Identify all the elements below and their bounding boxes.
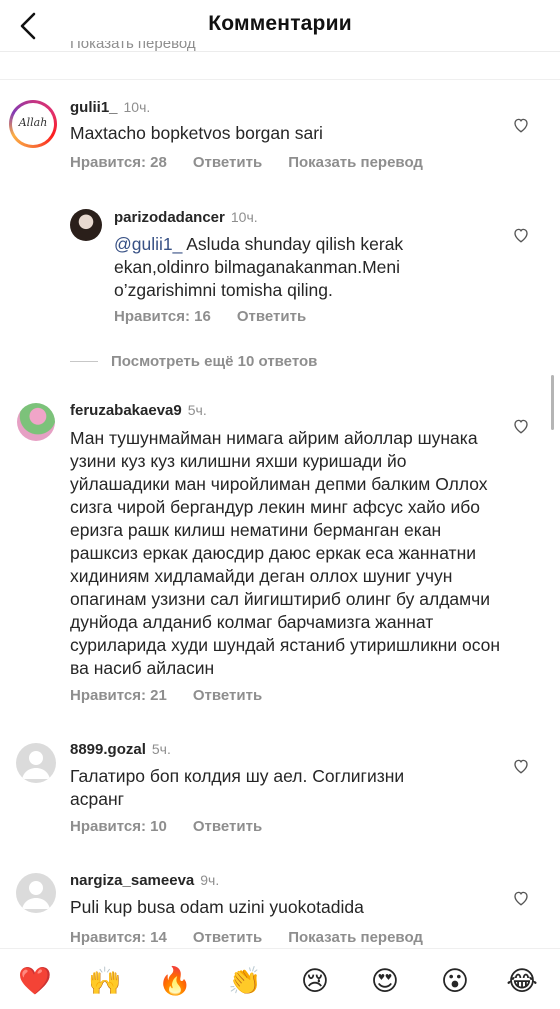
likes-count[interactable]: Нравится: 16 <box>114 308 211 325</box>
comment-username[interactable]: feruzabakaeva9 5ч. <box>70 402 207 419</box>
comment-username[interactable]: 8899.gozal 5ч. <box>70 741 171 758</box>
emoji-heart-button[interactable]: ❤️ <box>15 961 55 1001</box>
comment-actions: Нравится: 16 Ответить <box>114 308 332 325</box>
clipped-translate-link[interactable]: Показать перевод <box>70 41 196 52</box>
emoji-crying-button[interactable]: 😢 <box>295 961 335 1001</box>
comment-username[interactable]: parizodadancer 10ч. <box>114 209 258 226</box>
scrollbar[interactable] <box>551 375 554 430</box>
comment-actions: Нравится: 21 Ответить <box>70 687 288 704</box>
likes-count[interactable]: Нравится: 14 <box>70 929 167 946</box>
avatar[interactable]: Allah <box>9 100 57 148</box>
comment-actions: Нравится: 10 Ответить <box>70 818 288 835</box>
comment-time: 10ч. <box>230 209 258 225</box>
default-avatar-icon <box>22 881 50 909</box>
heart-icon[interactable] <box>512 226 530 244</box>
emoji-raised-hands-button[interactable]: 🙌 <box>85 961 125 1001</box>
comment-actions: Нравится: 14 Ответить Показать перевод <box>70 929 449 946</box>
comment-actions: Нравится: 28 Ответить Показать перевод <box>70 154 449 171</box>
divider-line <box>70 361 98 362</box>
comment-text: Ман тушунмайман нимага айрим айоллар шун… <box>70 428 501 678</box>
avatar[interactable] <box>16 743 56 783</box>
show-translation-link[interactable]: Показать перевод <box>288 154 423 171</box>
reply-button[interactable]: Ответить <box>193 687 262 704</box>
mention-link[interactable]: @gulii1_ <box>114 234 182 254</box>
emoji-fire-button[interactable]: 🔥 <box>155 961 195 1001</box>
emoji-reaction-bar: ❤️ 🙌 🔥 👏 😢 😍 😮 😂 <box>0 948 560 1009</box>
avatar[interactable] <box>17 403 55 441</box>
heart-icon[interactable] <box>512 417 530 435</box>
comment-time: 5ч. <box>151 741 171 757</box>
emoji-heart-eyes-button[interactable]: 😍 <box>365 961 405 1001</box>
page-title: Комментарии <box>208 12 352 35</box>
comment-text: @gulii1_ Asluda shunday qilish kerak eka… <box>114 234 404 300</box>
default-avatar-icon <box>22 751 50 779</box>
emoji-clap-button[interactable]: 👏 <box>225 961 265 1001</box>
comment-time: 10ч. <box>123 99 151 115</box>
reply-button[interactable]: Ответить <box>237 308 306 325</box>
likes-count[interactable]: Нравится: 28 <box>70 154 167 171</box>
comment-text: Галатиро боп колдия шу аел. Соглигизни а… <box>70 766 405 809</box>
avatar-logo-text: Allah <box>18 116 48 129</box>
emoji-laughing-button[interactable]: 😂 <box>502 961 542 1001</box>
heart-icon[interactable] <box>512 116 530 134</box>
likes-count[interactable]: Нравится: 21 <box>70 687 167 704</box>
avatar[interactable] <box>16 873 56 913</box>
comment-time: 5ч. <box>187 402 207 418</box>
comment-username[interactable]: gulii1_ 10ч. <box>70 99 150 116</box>
heart-icon[interactable] <box>512 889 530 907</box>
show-translation-link[interactable]: Показать перевод <box>288 929 423 946</box>
reply-button[interactable]: Ответить <box>193 154 262 171</box>
likes-count[interactable]: Нравится: 10 <box>70 818 167 835</box>
view-more-replies-label: Посмотреть ещё 10 ответов <box>111 353 318 370</box>
comment-text: Puli kup busa odam uzini yuokotadida <box>70 897 364 917</box>
emoji-surprised-button[interactable]: 😮 <box>435 961 475 1001</box>
reply-button[interactable]: Ответить <box>193 929 262 946</box>
comment-username[interactable]: nargiza_sameeva 9ч. <box>70 872 219 889</box>
avatar[interactable] <box>70 209 102 241</box>
header: Комментарии Показать перевод <box>0 0 560 52</box>
divider <box>0 79 560 80</box>
view-more-replies-button[interactable]: Посмотреть ещё 10 ответов <box>70 353 317 370</box>
reply-button[interactable]: Ответить <box>193 818 262 835</box>
comment-text: Maxtacho bopketvos borgan sari <box>70 123 323 143</box>
heart-icon[interactable] <box>512 757 530 775</box>
comment-time: 9ч. <box>200 872 220 888</box>
